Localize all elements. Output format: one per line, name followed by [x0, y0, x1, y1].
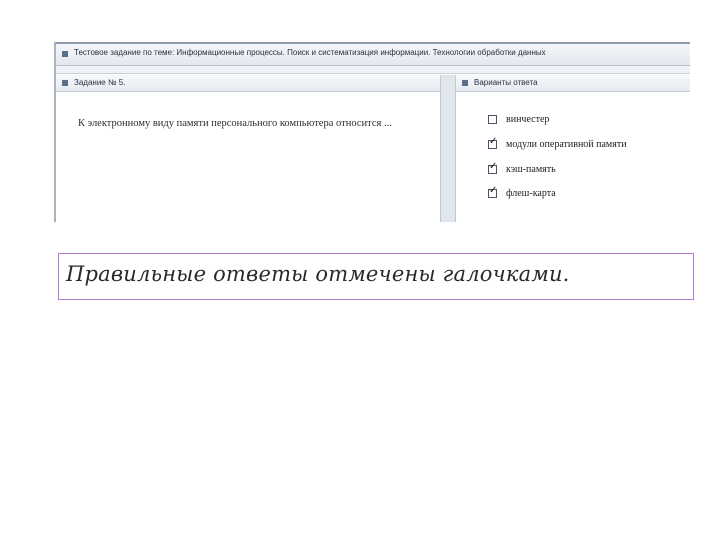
window-title-bar: Тестовое задание по теме: Информационные… [56, 42, 690, 66]
toolbar-strip [56, 66, 690, 74]
window-title: Тестовое задание по теме: Информационные… [74, 48, 546, 57]
answer-option-label: винчестер [506, 114, 550, 125]
answer-option-label: кэш-память [506, 164, 556, 175]
checkbox-checked-icon[interactable]: ✓ [488, 185, 498, 198]
answers-header-bullet-icon [462, 80, 468, 86]
test-window-screenshot: Тестовое задание по теме: Информационные… [54, 42, 690, 222]
checkbox-checked-icon[interactable]: ✓ [488, 161, 498, 174]
checkbox-checked-icon[interactable]: ✓ [488, 136, 498, 149]
answers-header-label: Варианты ответа [474, 78, 538, 87]
checkmark-icon: ✓ [489, 161, 498, 172]
question-text: К электронному виду памяти персонального… [78, 118, 392, 129]
question-number: Задание № 5. [74, 78, 126, 87]
title-bullet-icon [62, 51, 68, 57]
checkmark-icon: ✓ [489, 136, 498, 147]
answer-option-label: флеш-карта [506, 188, 556, 199]
caption-text: Правильные ответы отмечены галочками. [66, 262, 570, 286]
question-panel-header: Задание № 5. [56, 75, 440, 92]
question-header-bullet-icon [62, 80, 68, 86]
checkmark-icon: ✓ [489, 185, 498, 196]
checkbox-unchecked-icon[interactable] [488, 115, 497, 124]
answer-option-label: модули оперативной памяти [506, 139, 627, 150]
caption-box: Правильные ответы отмечены галочками. [58, 253, 694, 300]
panel-splitter[interactable] [440, 75, 456, 222]
answers-panel-header: Варианты ответа [456, 75, 690, 92]
